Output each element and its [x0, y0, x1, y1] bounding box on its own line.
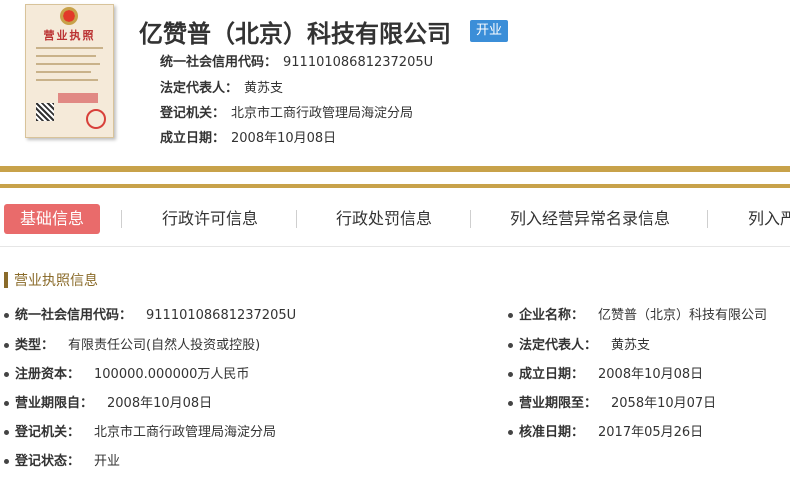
field-label: 营业期限至：: [519, 396, 598, 411]
header-established-date-value: 2008年10月08日: [231, 131, 337, 146]
gold-divider: [0, 166, 790, 172]
status-badge: 开业: [470, 20, 508, 42]
header-registration-authority-label: 登记机关：: [160, 106, 226, 121]
header-registration-authority-value: 北京市工商行政管理局海淀分局: [231, 106, 414, 121]
info-tabs: 基础信息 行政许可信息 行政处罚信息 列入经营异常名录信息 列入严: [0, 198, 790, 240]
field-credit-code: 统一社会信用代码： 91110108681237205U: [4, 307, 296, 325]
field-label: 企业名称：: [519, 308, 585, 323]
field-legal-representative: 法定代表人： 黄苏支: [508, 337, 650, 355]
field-registered-capital: 注册资本： 100000.000000万人民币: [4, 366, 249, 384]
field-label: 类型：: [15, 338, 55, 353]
field-label: 成立日期：: [519, 367, 585, 382]
bullet-icon: [508, 401, 513, 406]
bullet-icon: [508, 343, 513, 348]
field-registration-authority: 登记机关： 北京市工商行政管理局海淀分局: [4, 424, 276, 442]
field-value: 亿赞普（北京）科技有限公司: [598, 308, 768, 323]
business-license-image[interactable]: 营业执照: [25, 4, 114, 138]
tab-administrative-license[interactable]: 行政许可信息: [162, 204, 258, 234]
tabs-bottom-border: [0, 246, 790, 247]
license-text-line: [36, 71, 91, 73]
license-text-line: [36, 47, 103, 49]
field-value: 北京市工商行政管理局海淀分局: [94, 425, 277, 440]
field-label: 登记状态：: [15, 454, 81, 469]
section-marker: [4, 272, 8, 288]
field-value: 91110108681237205U: [146, 308, 297, 323]
tab-serious-violation-list[interactable]: 列入严: [748, 204, 790, 234]
license-text-line: [36, 63, 100, 65]
tab-separator: [296, 210, 297, 228]
field-company-name: 企业名称： 亿赞普（北京）科技有限公司: [508, 307, 767, 325]
official-seal-icon: [86, 109, 106, 129]
field-business-term-from: 营业期限自： 2008年10月08日: [4, 395, 212, 413]
field-value: 2017年05月26日: [598, 425, 704, 440]
header-established-date-label: 成立日期：: [160, 131, 226, 146]
license-title: 营业执照: [43, 29, 96, 42]
header-legal-rep-label: 法定代表人：: [160, 81, 239, 96]
tab-separator: [121, 210, 122, 228]
header-credit-code-label: 统一社会信用代码：: [160, 55, 278, 70]
field-value: 开业: [94, 454, 121, 469]
bullet-icon: [508, 372, 513, 377]
license-red-stamp: [58, 93, 98, 103]
field-company-type: 类型： 有限责任公司(自然人投资或控股): [4, 337, 260, 355]
license-text-line: [36, 79, 98, 81]
section-title: 营业执照信息: [14, 273, 98, 289]
qr-code-icon: [36, 103, 54, 121]
company-name: 亿赞普（北京）科技有限公司: [139, 20, 451, 48]
header-legal-rep: 法定代表人： 黄苏支: [160, 77, 283, 96]
field-value: 2008年10月08日: [598, 367, 704, 382]
tab-administrative-penalty[interactable]: 行政处罚信息: [336, 204, 432, 234]
header-credit-code-value: 91110108681237205U: [283, 55, 434, 70]
field-label: 营业期限自：: [15, 396, 94, 411]
tab-separator: [707, 210, 708, 228]
company-header: 营业执照 亿赞普（北京）科技有限公司 开业 统一社会信用代码： 911101086…: [0, 0, 790, 166]
field-business-term-to: 营业期限至： 2058年10月07日: [508, 395, 716, 413]
tab-basic-info[interactable]: 基础信息: [4, 204, 100, 234]
license-text-line: [36, 55, 96, 57]
bullet-icon: [508, 430, 513, 435]
bullet-icon: [4, 459, 9, 464]
gold-divider-thin: [0, 184, 790, 188]
header-credit-code: 统一社会信用代码： 91110108681237205U: [160, 51, 433, 70]
bullet-icon: [4, 313, 9, 318]
field-label: 统一社会信用代码：: [15, 308, 133, 323]
bullet-icon: [4, 372, 9, 377]
bullet-icon: [4, 430, 9, 435]
national-emblem-icon: [60, 7, 78, 25]
field-value: 100000.000000万人民币: [94, 367, 250, 382]
field-label: 法定代表人：: [519, 338, 598, 353]
bullet-icon: [4, 343, 9, 348]
field-established-date: 成立日期： 2008年10月08日: [508, 366, 703, 384]
bullet-icon: [508, 313, 513, 318]
bullet-icon: [4, 401, 9, 406]
field-label: 注册资本：: [15, 367, 81, 382]
tab-abnormal-operation-list[interactable]: 列入经营异常名录信息: [510, 204, 670, 234]
field-value: 黄苏支: [611, 338, 651, 353]
field-value: 2058年10月07日: [611, 396, 717, 411]
field-approval-date: 核准日期： 2017年05月26日: [508, 424, 703, 442]
field-value: 2008年10月08日: [107, 396, 213, 411]
tab-separator: [470, 210, 471, 228]
field-registration-status: 登记状态： 开业: [4, 453, 120, 471]
header-established-date: 成立日期： 2008年10月08日: [160, 127, 336, 146]
header-registration-authority: 登记机关： 北京市工商行政管理局海淀分局: [160, 102, 413, 121]
header-legal-rep-value: 黄苏支: [244, 81, 284, 96]
field-label: 核准日期：: [519, 425, 585, 440]
field-value: 有限责任公司(自然人投资或控股): [68, 338, 261, 353]
field-label: 登记机关：: [15, 425, 81, 440]
